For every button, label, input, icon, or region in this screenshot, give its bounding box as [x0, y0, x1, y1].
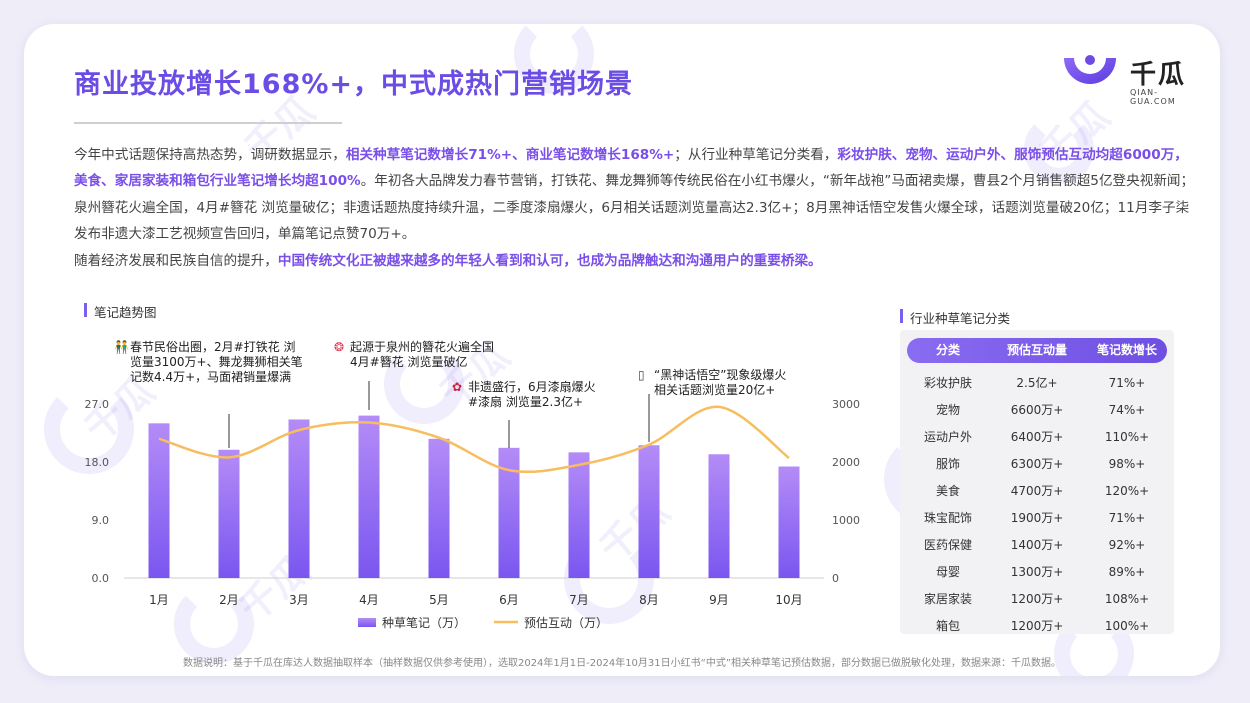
annotation-line: “黑神话悟空”现象级爆火 — [654, 368, 787, 382]
bar-9月 — [708, 454, 730, 578]
table-cell: 1900万+ — [1010, 511, 1064, 525]
y-left-tick-label: 27.0 — [85, 398, 110, 411]
y-right-tick-label: 1000 — [832, 514, 860, 527]
table-cell: 1200万+ — [1010, 619, 1064, 633]
table-cell: 箱包 — [935, 619, 960, 633]
bar-5月 — [428, 438, 450, 578]
x-tick-label: 7月 — [569, 593, 589, 607]
table-row: 母婴 1300万+ 89%+ — [907, 559, 1167, 586]
chart-annotation: 非遗盛行，6月漆扇爆火 #漆扇 浏览量2.3亿+ — [468, 380, 596, 410]
table-cell: 运动户外 — [923, 430, 972, 444]
y-left-tick-label: 18.0 — [85, 456, 110, 469]
x-tick-label: 9月 — [709, 593, 729, 607]
y-left-tick-label: 0.0 — [92, 572, 110, 585]
bar-8月 — [638, 445, 660, 578]
annotation-line: 春节民俗出圈，2月#打铁花 浏 — [130, 340, 296, 354]
table-cell: 6300万+ — [1010, 457, 1064, 471]
table-cell: 1200万+ — [1010, 592, 1064, 606]
table-cell: 6400万+ — [1010, 430, 1064, 444]
table-cell: 宠物 — [935, 403, 960, 417]
bar-10月 — [778, 466, 800, 578]
table-cell: 珠宝配饰 — [923, 511, 972, 525]
table-cell: 71%+ — [1108, 376, 1146, 390]
annotation-line: 览量3100万+、舞龙舞狮相关笔 — [130, 355, 303, 369]
table-row: 运动户外 6400万+ 110%+ — [907, 424, 1167, 451]
annotation-icon: 👬 — [114, 340, 129, 354]
table-cell: 美食 — [935, 484, 960, 498]
table-cell: 110%+ — [1104, 430, 1150, 444]
table-cell: 彩妆护肤 — [923, 376, 972, 390]
table-cell: 108%+ — [1104, 592, 1150, 606]
annotation-line: 起源于泉州的簪花火遍全国 — [350, 340, 495, 354]
table-cell: 母婴 — [935, 565, 960, 579]
x-tick-label: 5月 — [429, 593, 449, 607]
x-tick-label: 1月 — [149, 593, 169, 607]
table-header-cell: 分类 — [935, 343, 960, 357]
bar-3月 — [288, 419, 310, 578]
table-cell: 74%+ — [1108, 403, 1146, 417]
interaction-line — [158, 405, 790, 474]
annotation-line: 4月#簪花 浏览量破亿 — [350, 355, 468, 369]
table-cell: 服饰 — [935, 457, 960, 471]
legend-line-label: 预估互动（万） — [524, 616, 608, 630]
table-cell: 120%+ — [1104, 484, 1150, 498]
bar-2月 — [218, 449, 240, 578]
table-header-cell: 笔记数增长 — [1096, 343, 1157, 357]
x-tick-label: 6月 — [499, 593, 519, 607]
y-right-tick-label: 3000 — [832, 398, 860, 411]
table-row: 宠物 6600万+ 74%+ — [907, 397, 1167, 424]
annotation-icon: ▯ — [638, 368, 645, 382]
chart-annotation: 起源于泉州的簪花火遍全国 4月#簪花 浏览量破亿 — [350, 340, 494, 370]
table-cell: 89%+ — [1108, 565, 1146, 579]
table-cell: 98%+ — [1108, 457, 1146, 471]
table-cell: 4700万+ — [1010, 484, 1064, 498]
annotation-icon: ❂ — [334, 340, 345, 354]
x-tick-label: 8月 — [639, 593, 659, 607]
x-tick-label: 4月 — [359, 593, 379, 607]
y-right-tick-label: 2000 — [832, 456, 860, 469]
annotation-line: #漆扇 浏览量2.3亿+ — [468, 395, 584, 409]
table-row: 彩妆护肤 2.5亿+ 71%+ — [907, 370, 1167, 397]
bar-7月 — [568, 452, 590, 578]
table-header: 分类 预估互动量 笔记数增长 — [907, 338, 1167, 363]
x-tick-label: 3月 — [289, 593, 309, 607]
table-cell: 71%+ — [1108, 511, 1146, 525]
legend-bar-label: 种草笔记（万） — [382, 615, 466, 630]
table-row: 箱包 1200万+ 100%+ — [907, 613, 1167, 640]
annotation-icon: ✿ — [452, 380, 463, 394]
table-cell: 1300万+ — [1010, 565, 1064, 579]
table-header-cell: 预估互动量 — [1006, 343, 1067, 357]
report-card: 千瓜 千瓜 千瓜 千瓜 千瓜 千瓜 千瓜 千瓜 商业投放增长168%+，中式成热… — [24, 24, 1220, 676]
y-right-tick-label: 0 — [832, 572, 839, 585]
table-row: 医药保健 1400万+ 92%+ — [907, 532, 1167, 559]
y-left-tick-label: 9.0 — [92, 514, 110, 527]
bar-4月 — [358, 415, 380, 578]
table-row: 美食 4700万+ 120%+ — [907, 478, 1167, 505]
table-cell: 100%+ — [1104, 619, 1150, 633]
table-cell: 6600万+ — [1010, 403, 1064, 417]
x-tick-label: 2月 — [219, 593, 239, 607]
table-cell: 家居家装 — [923, 592, 972, 606]
table-cell: 1400万+ — [1010, 538, 1064, 552]
chart-annotation: 春节民俗出圈，2月#打铁花 浏览量3100万+、舞龙舞狮相关笔 记数4.4万+，马… — [130, 340, 303, 385]
table-cell: 2.5亿+ — [1016, 376, 1058, 390]
annotation-line: 非遗盛行，6月漆扇爆火 — [468, 380, 596, 394]
table-row: 家居家装 1200万+ 108%+ — [907, 586, 1167, 613]
table-row: 服饰 6300万+ 98%+ — [907, 451, 1167, 478]
annotation-line: 记数4.4万+，马面裙销量爆满 — [130, 370, 292, 384]
footnote: 数据说明：基于千瓜在库达人数据抽取样本（抽样数据仅供参考使用），选取2024年1… — [182, 658, 1062, 669]
table-cell: 92%+ — [1108, 538, 1146, 552]
x-tick-label: 10月 — [775, 593, 802, 607]
annotation-line: 相关话题浏览量20亿+ — [654, 383, 776, 397]
legend-bar-swatch — [358, 618, 376, 627]
bar-1月 — [148, 423, 170, 578]
table-cell: 医药保健 — [923, 538, 972, 552]
chart-annotation: “黑神话悟空”现象级爆火 相关话题浏览量20亿+ — [654, 368, 786, 398]
industry-table: 分类 预估互动量 笔记数增长 彩妆护肤 2.5亿+ 71%+ 宠物 6600万+ 74%+… — [900, 330, 1174, 634]
table-row: 珠宝配饰 1900万+ 71%+ — [907, 505, 1167, 532]
